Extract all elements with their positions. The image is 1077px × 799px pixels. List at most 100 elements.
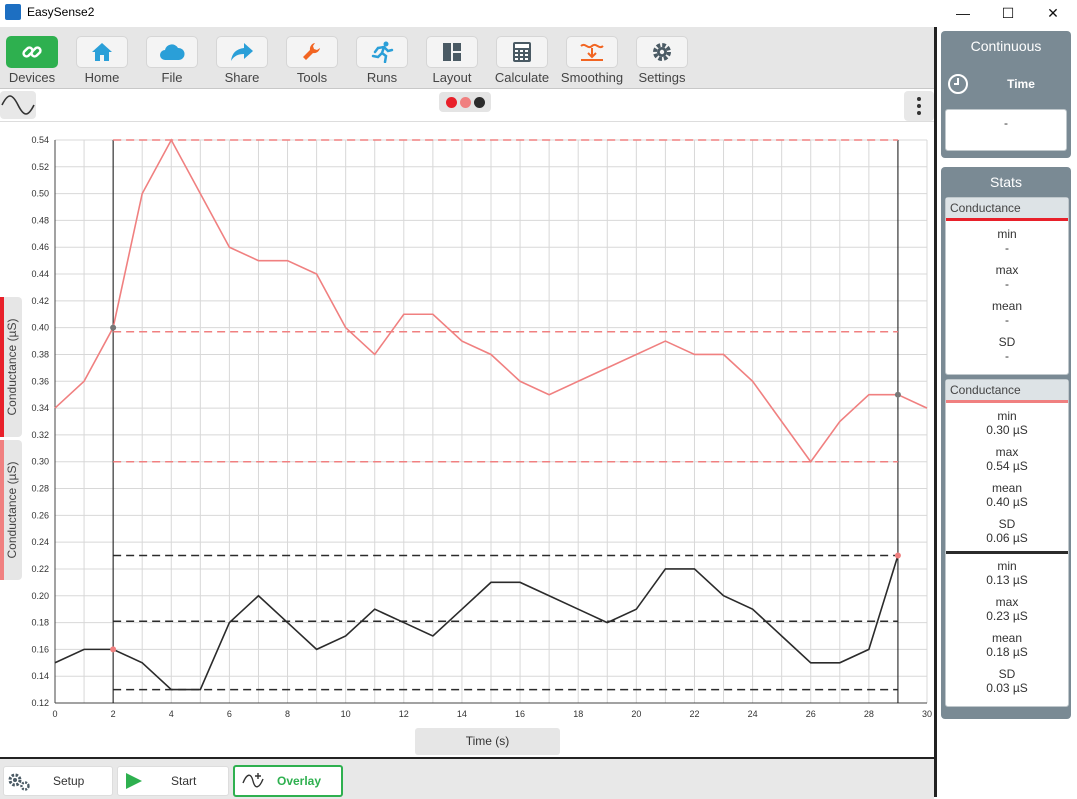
axis-color-bar	[0, 440, 4, 580]
stat-min: min 0.13 µS	[986, 559, 1028, 587]
stats-card-2-header: Conductance	[946, 380, 1068, 403]
layout-button[interactable]: Layout	[417, 31, 487, 87]
y-tick-label: 0.46	[31, 242, 49, 252]
x-tick-label: 2	[111, 709, 116, 719]
smoothing-label: Smoothing	[560, 70, 624, 85]
x-tick-label: 10	[341, 709, 351, 719]
close-button[interactable]: ✕	[1030, 0, 1076, 26]
stat-mean: mean 0.18 µS	[986, 631, 1028, 659]
y-tick-label: 0.38	[31, 349, 49, 359]
stat-sd: SD 0.06 µS	[986, 517, 1028, 545]
y-tick-label: 0.40	[31, 323, 49, 333]
runner-icon	[356, 36, 408, 68]
clock-icon	[948, 74, 968, 94]
x-axis-tab[interactable]: Time (s)	[415, 728, 560, 755]
wrench-icon	[286, 36, 338, 68]
run-selector[interactable]	[439, 92, 491, 112]
file-label: File	[161, 70, 183, 85]
mode-panel: Continuous Time -	[941, 31, 1071, 158]
layout-label: Layout	[432, 70, 472, 85]
y-tick-label: 0.14	[31, 671, 49, 681]
x-tick-label: 28	[864, 709, 874, 719]
x-tick-label: 8	[285, 709, 290, 719]
cursor-point-marker	[894, 552, 901, 559]
app-title: EasySense2	[27, 5, 95, 19]
time-title: Time	[1007, 77, 1035, 91]
maximize-button[interactable]: ☐	[985, 0, 1031, 26]
run-dot-pink[interactable]	[459, 96, 471, 108]
x-tick-label: 20	[631, 709, 641, 719]
share-label: Share	[224, 70, 260, 85]
y-tick-label: 0.22	[31, 564, 49, 574]
share-button[interactable]: Share	[207, 31, 277, 87]
stats-card-1: Conductance min - max - mean - SD -	[945, 197, 1069, 375]
stat-max: max 0.54 µS	[986, 445, 1028, 473]
graph-type-button[interactable]	[0, 91, 36, 119]
y-tick-label: 0.26	[31, 510, 49, 520]
start-label: Start	[171, 774, 197, 788]
cursor-point-marker	[894, 391, 901, 398]
y-tick-label: 0.30	[31, 457, 49, 467]
mode-title[interactable]: Continuous	[941, 31, 1071, 54]
y-axis-tab-bottom[interactable]: Conductance (µS)	[0, 440, 22, 580]
x-tick-label: 12	[399, 709, 409, 719]
y-axis-tab-top[interactable]: Conductance (µS)	[0, 297, 22, 437]
tools-button[interactable]: Tools	[277, 31, 347, 87]
setup-label: Setup	[53, 774, 85, 788]
kebab-dot-icon	[917, 104, 921, 108]
x-tick-label: 22	[689, 709, 699, 719]
cloud-icon	[146, 36, 198, 68]
runs-button[interactable]: Runs	[347, 31, 417, 87]
x-tick-label: 4	[169, 709, 174, 719]
setup-button[interactable]: Setup	[3, 766, 113, 796]
graph-header	[0, 89, 934, 122]
x-tick-label: 16	[515, 709, 525, 719]
y-axis-label-bottom: Conductance (µS)	[5, 461, 19, 559]
tools-label: Tools	[296, 70, 328, 85]
smoothing-button[interactable]: Smoothing	[557, 31, 627, 87]
start-button[interactable]: Start	[117, 766, 229, 796]
y-axis-label-top: Conductance (µS)	[5, 318, 19, 416]
x-tick-label: 26	[806, 709, 816, 719]
stats-card-2: Conductance min 0.30 µS max 0.54 µS mean 0.…	[945, 379, 1069, 707]
x-tick-label: 24	[748, 709, 758, 719]
play-icon	[126, 773, 142, 789]
conductance-chart[interactable]: 0.12 0.14 0.16 0.18 0.20 0.22 0.24 0.26 0.28 0.30…	[0, 122, 934, 727]
run-dot-red[interactable]	[445, 96, 457, 108]
stat-min: min -	[997, 227, 1017, 255]
minimize-button[interactable]: —	[940, 0, 986, 26]
overlay-icon	[242, 773, 264, 788]
bottom-bar: Setup Start Overlay	[0, 757, 934, 799]
devices-button[interactable]: Devices	[0, 31, 67, 87]
chart-annotations	[112, 139, 899, 703]
kebab-dot-icon	[917, 97, 921, 101]
gear-icon	[636, 36, 688, 68]
gears-icon	[8, 773, 30, 791]
file-button[interactable]: File	[137, 31, 207, 87]
y-tick-label: 0.48	[31, 215, 49, 225]
link-icon	[6, 36, 58, 68]
devices-label: Devices	[8, 70, 56, 85]
home-button[interactable]: Home	[67, 31, 137, 87]
stat-mean: mean 0.40 µS	[986, 481, 1028, 509]
y-tick-label: 0.28	[31, 484, 49, 494]
share-icon	[216, 36, 268, 68]
stat-max: max -	[995, 263, 1019, 291]
main-toolbar: Devices Home File Share Tools Runs Layou…	[0, 27, 934, 89]
y-tick-label: 0.34	[31, 403, 49, 413]
more-options-button[interactable]	[904, 91, 934, 121]
calculate-button[interactable]: Calculate	[487, 31, 557, 87]
y-tick-label: 0.44	[31, 269, 49, 279]
settings-button[interactable]: Settings	[627, 31, 697, 87]
y-tick-label: 0.16	[31, 644, 49, 654]
x-tick-label: 14	[457, 709, 467, 719]
kebab-dot-icon	[917, 111, 921, 115]
run-dot-dark[interactable]	[473, 96, 485, 108]
runs-label: Runs	[366, 70, 398, 85]
x-tick-label: 0	[52, 709, 57, 719]
overlay-button[interactable]: Overlay	[233, 765, 343, 797]
axis-color-bar	[0, 297, 4, 437]
time-header: Time	[945, 69, 1067, 99]
app-logo-icon	[5, 4, 21, 20]
y-tick-label: 0.32	[31, 430, 49, 440]
